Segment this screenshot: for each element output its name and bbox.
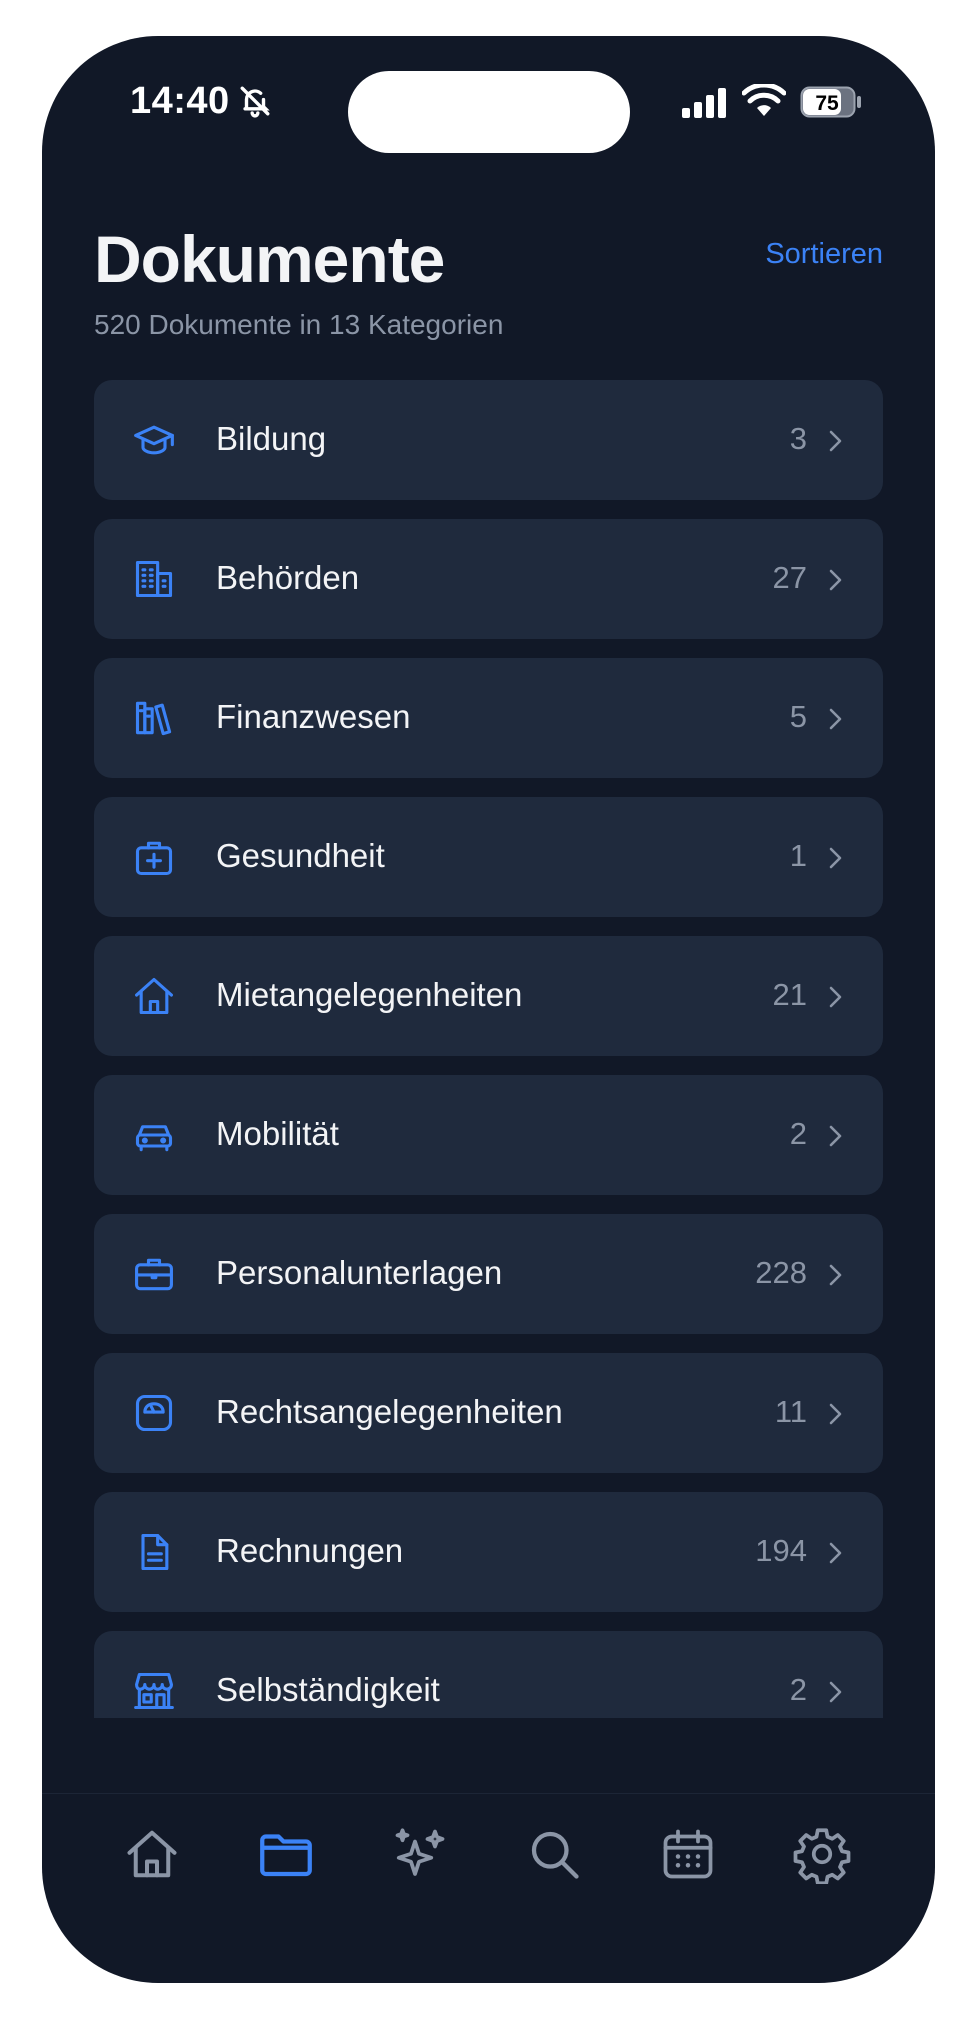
calendar-icon[interactable]: [658, 1824, 718, 1884]
chevron-right-icon: [829, 1403, 842, 1425]
status-time: 14:40: [130, 80, 230, 122]
category-label: Gesundheit: [216, 837, 385, 874]
category-count: 2: [789, 1116, 807, 1151]
sort-button[interactable]: Sortieren: [765, 238, 883, 271]
chevron-right-icon: [829, 847, 842, 869]
category-list: Bildung 3 Behörden 27 Finanzwesen 5 Gesu…: [94, 380, 883, 1718]
building-icon: [135, 560, 173, 598]
category-label: Mietangelegenheiten: [216, 976, 523, 1013]
category-count: 27: [772, 560, 807, 595]
document-icon: [141, 1533, 169, 1571]
category-label: Mobilität: [216, 1115, 339, 1152]
category-count: 194: [755, 1533, 807, 1568]
chevron-right-icon: [829, 1681, 842, 1703]
category-count: 5: [789, 699, 807, 734]
category-count: 21: [772, 977, 807, 1012]
category-row-selbstaendigkeit[interactable]: Selbständigkeit 2: [94, 1631, 883, 1718]
category-row-personalunterlagen[interactable]: Personalunterlagen 228: [94, 1214, 883, 1334]
category-row-behoerden[interactable]: Behörden 27: [94, 519, 883, 639]
sparkles-icon[interactable]: [390, 1824, 450, 1884]
category-row-mobilitaet[interactable]: Mobilität 2: [94, 1075, 883, 1195]
folder-icon[interactable]: [256, 1824, 316, 1884]
battery-level: 75: [815, 92, 839, 115]
car-icon: [135, 1125, 173, 1152]
home-icon[interactable]: [122, 1824, 182, 1884]
scale-icon: [135, 1394, 173, 1432]
chevron-right-icon: [829, 708, 842, 730]
category-label: Finanzwesen: [216, 698, 411, 735]
storefront-icon: [134, 1672, 174, 1710]
wifi-icon: [742, 84, 786, 116]
category-row-gesundheit[interactable]: Gesundheit 1: [94, 797, 883, 917]
chevron-right-icon: [829, 986, 842, 1008]
category-label: Selbständigkeit: [216, 1671, 440, 1708]
category-label: Behörden: [216, 559, 360, 596]
page-title: Dokumente: [94, 222, 445, 296]
chevron-right-icon: [829, 1264, 842, 1286]
page-subtitle: 520 Dokumente in 13 Kategorien: [94, 309, 504, 340]
battery-icon: 75: [800, 86, 861, 118]
tab-bar: [42, 1793, 935, 1983]
dynamic-island: [348, 71, 630, 153]
category-row-rechtsangelegenheiten[interactable]: Rechtsangelegenheiten 11: [94, 1353, 883, 1473]
chevron-right-icon: [829, 569, 842, 591]
category-count: 228: [755, 1255, 807, 1290]
category-count: 2: [789, 1672, 807, 1707]
house-icon: [135, 977, 173, 1015]
graduation-cap-icon: [134, 425, 174, 455]
category-count: 1: [789, 838, 807, 873]
category-label: Rechtsangelegenheiten: [216, 1393, 563, 1430]
search-icon[interactable]: [524, 1824, 584, 1884]
briefcase-icon: [135, 1258, 173, 1291]
category-label: Personalunterlagen: [216, 1254, 503, 1291]
bell-muted-icon: [240, 86, 270, 118]
chevron-right-icon: [829, 1542, 842, 1564]
gear-icon[interactable]: [792, 1824, 852, 1884]
category-row-finanzwesen[interactable]: Finanzwesen 5: [94, 658, 883, 778]
phone-screen: 14:40 75 Dokumente Sortieren 520 Dokumen…: [42, 36, 935, 1983]
category-label: Rechnungen: [216, 1532, 404, 1569]
medical-kit-icon: [135, 841, 173, 876]
category-count: 11: [774, 1394, 807, 1429]
category-label: Bildung: [216, 420, 327, 457]
category-row-rechnungen[interactable]: Rechnungen 194: [94, 1492, 883, 1612]
books-icon: [135, 701, 172, 736]
category-count: 3: [789, 421, 807, 456]
category-row-bildung[interactable]: Bildung 3: [94, 380, 883, 500]
cellular-signal-icon: [682, 88, 726, 118]
chevron-right-icon: [829, 1125, 842, 1147]
category-row-mietangelegenheiten[interactable]: Mietangelegenheiten 21: [94, 936, 883, 1056]
chevron-right-icon: [829, 430, 842, 452]
